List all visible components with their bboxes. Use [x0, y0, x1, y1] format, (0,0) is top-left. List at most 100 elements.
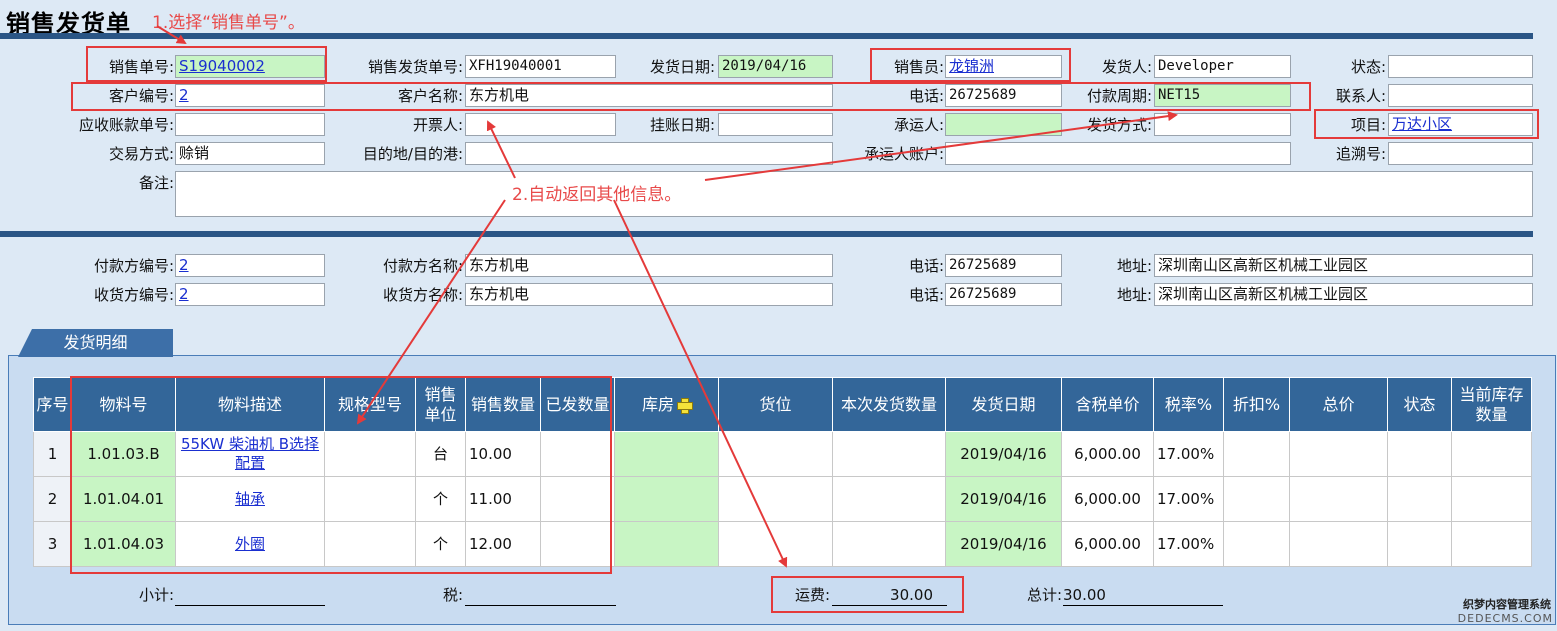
cell-ship-qty[interactable]: [832, 521, 946, 567]
annotation-box-sales-order: [86, 46, 327, 82]
consignee-no-label: 收货方编号:: [93, 286, 174, 304]
subtotal-value: [175, 584, 325, 606]
annotation-box-customer-row: [71, 82, 1311, 111]
payer-phone-field[interactable]: 26725689: [945, 254, 1062, 277]
consignee-address-field[interactable]: 深圳南山区高新区机械工业园区: [1154, 283, 1533, 306]
status-field[interactable]: [1388, 55, 1533, 78]
trace-no-field[interactable]: [1388, 142, 1533, 165]
col-header-warehouse-label: 库房: [641, 394, 674, 414]
col-header-index[interactable]: 序号: [33, 377, 72, 432]
consignee-name-label: 收货方名称:: [382, 286, 463, 304]
annotation-step2: 2.自动返回其他信息。: [512, 185, 682, 205]
trade-method-field[interactable]: 赊销: [175, 142, 325, 165]
carrier-account-label: 承运人账户:: [863, 145, 944, 163]
cell-ship-date[interactable]: 2019/04/16: [945, 476, 1062, 522]
posting-date-label: 挂账日期:: [649, 116, 715, 134]
cell-tax[interactable]: 17.00%: [1153, 476, 1224, 522]
payer-phone-label: 电话:: [908, 257, 944, 275]
total-label: 总计:: [1026, 586, 1062, 604]
watermark-line2: DEDECMS.COM: [1457, 612, 1553, 625]
cell-discount[interactable]: [1223, 521, 1290, 567]
cell-index: 2: [33, 476, 72, 522]
cell-warehouse[interactable]: [614, 431, 719, 477]
cell-discount[interactable]: [1223, 431, 1290, 477]
payer-no-field[interactable]: 2: [175, 254, 325, 277]
cell-total: [1289, 521, 1388, 567]
destination-field[interactable]: [465, 142, 833, 165]
cell-ship-qty[interactable]: [832, 476, 946, 522]
ar-no-field[interactable]: [175, 113, 325, 136]
tab-shipping-details[interactable]: 发货明细: [18, 329, 173, 357]
consignee-phone-field[interactable]: 26725689: [945, 283, 1062, 306]
watermark-line1: 织梦内容管理系统: [1463, 598, 1551, 611]
cell-ship-date[interactable]: 2019/04/16: [945, 521, 1062, 567]
add-icon[interactable]: [677, 397, 693, 414]
payer-no-label: 付款方编号:: [93, 257, 174, 275]
cell-location[interactable]: [718, 431, 833, 477]
cell-warehouse[interactable]: [614, 476, 719, 522]
cell-price[interactable]: 6,000.00: [1061, 431, 1154, 477]
contact-field[interactable]: [1388, 84, 1533, 107]
payer-name-label: 付款方名称:: [382, 257, 463, 275]
col-header-warehouse[interactable]: 库房: [614, 377, 719, 432]
cell-tax[interactable]: 17.00%: [1153, 431, 1224, 477]
col-header-ship-date[interactable]: 发货日期: [945, 377, 1062, 432]
cell-index: 1: [33, 431, 72, 477]
parties-divider: [0, 231, 1533, 237]
payer-address-label: 地址:: [1116, 257, 1152, 275]
trade-method-label: 交易方式:: [108, 145, 174, 163]
cell-location[interactable]: [718, 476, 833, 522]
carrier-field[interactable]: [945, 113, 1062, 136]
ship-date-field[interactable]: 2019/04/16: [718, 55, 833, 78]
invoicer-label: 开票人:: [412, 116, 463, 134]
status-label: 状态:: [1350, 58, 1386, 76]
ship-date-label: 发货日期:: [649, 58, 715, 76]
header-divider: [0, 33, 1533, 39]
cell-warehouse[interactable]: [614, 521, 719, 567]
col-header-ship-qty[interactable]: 本次发货数量: [832, 377, 946, 432]
tax-label: 税:: [442, 586, 463, 604]
cell-ship-qty[interactable]: [832, 431, 946, 477]
col-header-location[interactable]: 货位: [718, 377, 833, 432]
invoicer-field[interactable]: [465, 113, 616, 136]
tax-value: [465, 584, 616, 606]
cell-discount[interactable]: [1223, 476, 1290, 522]
annotation-box-items: [70, 376, 612, 574]
cell-ship-date[interactable]: 2019/04/16: [945, 431, 1062, 477]
consignee-name-field[interactable]: 东方机电: [465, 283, 833, 306]
col-header-discount[interactable]: 折扣%: [1223, 377, 1290, 432]
cell-total: [1289, 476, 1388, 522]
remarks-label: 备注:: [138, 174, 174, 192]
carrier-account-field[interactable]: [945, 142, 1291, 165]
cell-price[interactable]: 6,000.00: [1061, 476, 1154, 522]
payer-address-field[interactable]: 深圳南山区高新区机械工业园区: [1154, 254, 1533, 277]
carrier-label: 承运人:: [893, 116, 944, 134]
col-header-price[interactable]: 含税单价: [1061, 377, 1154, 432]
posting-date-field[interactable]: [718, 113, 833, 136]
trace-no-label: 追溯号:: [1335, 145, 1386, 163]
cell-status: [1387, 476, 1452, 522]
cell-stock: [1451, 476, 1532, 522]
ship-order-no-field[interactable]: XFH19040001: [465, 55, 616, 78]
col-header-total[interactable]: 总价: [1289, 377, 1388, 432]
cell-price[interactable]: 6,000.00: [1061, 521, 1154, 567]
subtotal-label: 小计:: [138, 586, 174, 604]
consignee-address-label: 地址:: [1116, 286, 1152, 304]
shipper-field[interactable]: Developer: [1154, 55, 1291, 78]
cell-status: [1387, 521, 1452, 567]
cell-location[interactable]: [718, 521, 833, 567]
col-header-tax[interactable]: 税率%: [1153, 377, 1224, 432]
ar-no-label: 应收账款单号:: [78, 116, 174, 134]
total-value: 30.00: [1063, 584, 1223, 606]
consignee-no-field[interactable]: 2: [175, 283, 325, 306]
col-header-status[interactable]: 状态: [1387, 377, 1452, 432]
annotation-step1: 1.选择“销售单号”。: [152, 13, 305, 33]
col-header-stock[interactable]: 当前库存数量: [1451, 377, 1532, 432]
annotation-box-project: [1314, 109, 1539, 139]
cell-stock: [1451, 521, 1532, 567]
payer-name-field[interactable]: 东方机电: [465, 254, 833, 277]
cell-total: [1289, 431, 1388, 477]
cell-tax[interactable]: 17.00%: [1153, 521, 1224, 567]
ship-method-field[interactable]: [1154, 113, 1291, 136]
remarks-textarea[interactable]: [175, 171, 1533, 217]
